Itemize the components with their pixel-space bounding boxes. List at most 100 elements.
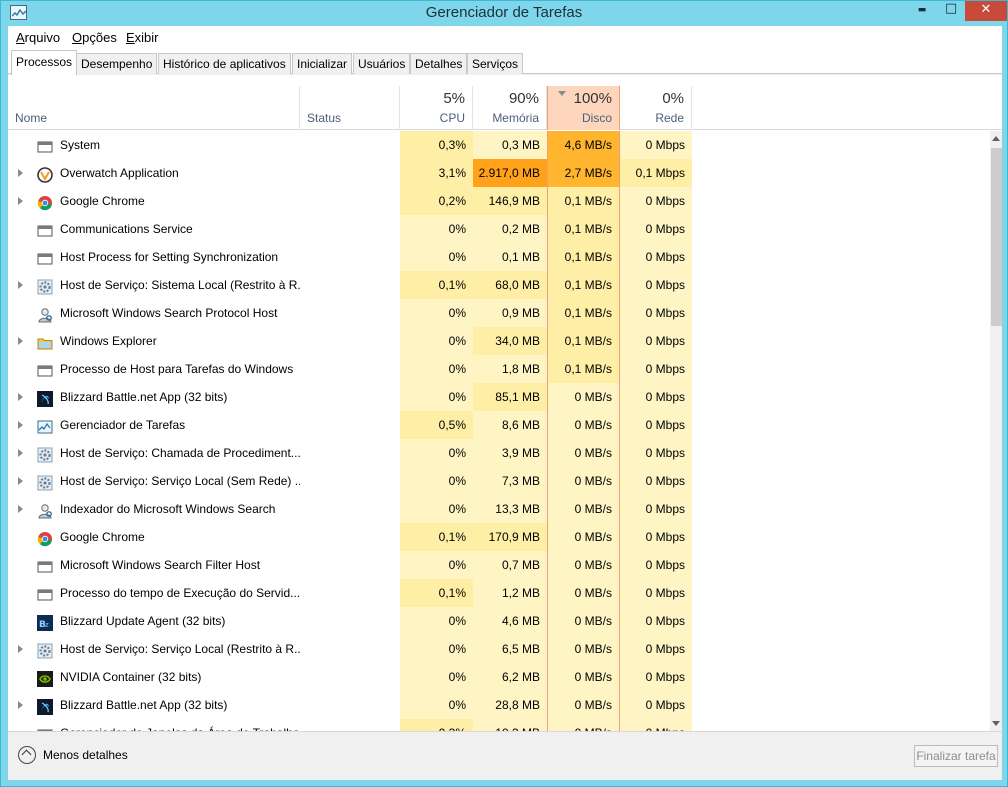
process-cpu: 0% [400, 355, 473, 383]
process-row[interactable]: Indexador do Microsoft Windows Search 0% 1… [8, 495, 988, 523]
process-row[interactable]: Gerenciador de Tarefas 0,5% 8,6 MB 0 MB/s 0 … [8, 411, 988, 439]
battlenet-icon [37, 697, 53, 715]
chevron-right-icon[interactable] [18, 169, 23, 177]
process-name-cell: Bz Blizzard Update Agent (32 bits) [8, 607, 300, 635]
chevron-right-icon[interactable] [18, 337, 23, 345]
process-row[interactable]: Communications Service 0% 0,2 MB 0,1 MB/s 0 … [8, 215, 988, 243]
process-row[interactable]: Blizzard Battle.net App (32 bits) 0% 28,8 … [8, 691, 988, 719]
chevron-right-icon[interactable] [18, 701, 23, 709]
process-name-cell: Host de Serviço: Sistema Local (Restrito… [8, 271, 300, 299]
close-button[interactable]: ✕ [965, 1, 1007, 21]
tab-inicializar[interactable]: Inicializar [292, 53, 353, 74]
process-memory: 0,2 MB [473, 215, 547, 243]
process-cpu: 0% [400, 691, 473, 719]
process-row[interactable]: Bz Blizzard Update Agent (32 bits) 0% 4,6 M… [8, 607, 988, 635]
process-row[interactable]: Gerenciador de Janelas da Área de Trabal… [8, 719, 988, 731]
tab-desempenho[interactable]: Desempenho [76, 53, 158, 74]
client-area: Arquivo Opções Exibir Processos Desempen… [8, 26, 1002, 780]
process-network: 0 Mbps [620, 383, 692, 411]
chevron-right-icon[interactable] [18, 393, 23, 401]
process-row[interactable]: Google Chrome 0,1% 170,9 MB 0 MB/s 0 Mbps [8, 523, 988, 551]
process-row[interactable]: Host de Serviço: Serviço Local (Restrito… [8, 635, 988, 663]
process-status [300, 271, 400, 299]
process-row[interactable]: Microsoft Windows Search Filter Host 0% 0,… [8, 551, 988, 579]
scroll-thumb[interactable] [991, 148, 1002, 326]
process-row[interactable]: Blizzard Battle.net App (32 bits) 0% 85,1 … [8, 383, 988, 411]
chevron-right-icon[interactable] [18, 505, 23, 513]
process-row[interactable]: Host de Serviço: Serviço Local (Sem Rede… [8, 467, 988, 495]
process-cpu: 0% [400, 383, 473, 411]
chevron-right-icon[interactable] [18, 645, 23, 653]
process-name: Host de Serviço: Serviço Local (Sem Rede… [60, 474, 300, 488]
column-header-memory[interactable]: 90% Memória [473, 86, 547, 130]
title-bar[interactable]: Gerenciador de Tarefas ▬ □ ✕ [1, 1, 1007, 26]
process-row[interactable]: Microsoft Windows Search Protocol Host 0%… [8, 299, 988, 327]
process-cpu: 0,3% [400, 719, 473, 731]
process-row[interactable]: System 0,3% 0,3 MB 4,6 MB/s 0 Mbps [8, 131, 988, 159]
menu-arquivo[interactable]: Arquivo [16, 30, 60, 45]
chevron-up-circle-icon[interactable] [18, 746, 36, 764]
minimize-button[interactable]: ▬ [907, 1, 937, 21]
scroll-down-icon[interactable] [990, 716, 1002, 730]
chevron-right-icon[interactable] [18, 449, 23, 457]
process-name-cell: Blizzard Battle.net App (32 bits) [8, 383, 300, 411]
column-header-status[interactable]: Status [300, 86, 400, 130]
process-memory: 1,8 MB [473, 355, 547, 383]
process-name-cell: Processo de Host para Tarefas do Windows [8, 355, 300, 383]
menu-opcoes[interactable]: Opções [72, 30, 117, 45]
process-name-cell: Communications Service [8, 215, 300, 243]
service-gear-icon [37, 473, 53, 491]
process-row[interactable]: Processo do tempo de Execução do Servid.… [8, 579, 988, 607]
tab-usuarios[interactable]: Usuários [353, 53, 411, 74]
tab-detalhes[interactable]: Detalhes [410, 53, 468, 74]
process-status [300, 719, 400, 731]
process-cpu: 3,1% [400, 159, 473, 187]
process-row[interactable]: Windows Explorer 0% 34,0 MB 0,1 MB/s 0 Mbps [8, 327, 988, 355]
minimize-icon: ▬ [917, 5, 927, 15]
process-disk: 0 MB/s [547, 383, 620, 411]
less-details-link[interactable]: Menos detalhes [43, 748, 128, 762]
tab-processos[interactable]: Processos [11, 50, 78, 75]
process-row[interactable]: Host de Serviço: Chamada de Procediment.… [8, 439, 988, 467]
tab-historico[interactable]: Histórico de aplicativos [158, 53, 291, 74]
network-total-percent: 0% [662, 90, 684, 107]
process-row[interactable]: Google Chrome 0,2% 146,9 MB 0,1 MB/s 0 Mbps [8, 187, 988, 215]
column-header-name-label: Nome [15, 111, 48, 125]
process-status [300, 523, 400, 551]
column-header-disk[interactable]: 100% Disco [547, 86, 620, 130]
vertical-scrollbar[interactable] [990, 131, 1002, 731]
process-name-cell: Gerenciador de Janelas da Área de Trabal… [8, 719, 300, 731]
chevron-right-icon[interactable] [18, 477, 23, 485]
chevron-right-icon[interactable] [18, 421, 23, 429]
process-name-cell: Host Process for Setting Synchronization [8, 243, 300, 271]
process-row[interactable]: Overwatch Application 3,1% 2.917,0 MB 2,7 M… [8, 159, 988, 187]
column-header-name[interactable]: Nome [8, 86, 300, 130]
process-status [300, 579, 400, 607]
process-network: 0 Mbps [620, 439, 692, 467]
chevron-right-icon[interactable] [18, 197, 23, 205]
process-network: 0 Mbps [620, 663, 692, 691]
process-status [300, 439, 400, 467]
process-row[interactable]: Host de Serviço: Sistema Local (Restrito… [8, 271, 988, 299]
column-header-cpu[interactable]: 5% CPU [400, 86, 473, 130]
process-network: 0 Mbps [620, 607, 692, 635]
tab-servicos[interactable]: Serviços [467, 53, 524, 74]
process-row[interactable]: Host Process for Setting Synchronization… [8, 243, 988, 271]
search-user-icon [37, 305, 53, 323]
process-network: 0 Mbps [620, 411, 692, 439]
process-memory: 34,0 MB [473, 327, 547, 355]
process-row[interactable]: Processo de Host para Tarefas do Windows… [8, 355, 988, 383]
process-disk: 0 MB/s [547, 607, 620, 635]
process-cpu: 0,1% [400, 523, 473, 551]
process-row[interactable]: NVIDIA Container (32 bits) 0% 6,2 MB 0 MB/s… [8, 663, 988, 691]
column-header-network[interactable]: 0% Rede [620, 86, 692, 130]
process-disk: 0 MB/s [547, 663, 620, 691]
chevron-right-icon[interactable] [18, 281, 23, 289]
process-status [300, 411, 400, 439]
maximize-button[interactable]: □ [937, 1, 965, 21]
menu-exibir[interactable]: Exibir [126, 30, 159, 45]
scroll-up-icon[interactable] [990, 132, 1002, 146]
process-disk: 0,1 MB/s [547, 187, 620, 215]
end-task-button[interactable]: Finalizar tarefa [914, 745, 998, 767]
process-name-cell: Host de Serviço: Chamada de Procediment.… [8, 439, 300, 467]
